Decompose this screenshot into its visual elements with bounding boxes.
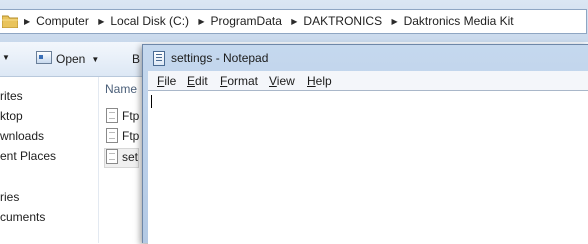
menu-accelerator: E — [187, 74, 196, 88]
breadcrumb-item-media-kit[interactable]: Daktronics Media Kit — [404, 14, 514, 28]
notepad-icon[interactable] — [153, 51, 165, 66]
open-icon — [36, 51, 52, 64]
menu-label: elp — [315, 74, 332, 88]
open-button[interactable]: Open ▼ — [36, 50, 99, 68]
address-band: ▶ Computer ▶ Local Disk (C:) ▶ ProgramData … — [0, 0, 588, 42]
menu-label: dit — [195, 74, 208, 88]
list-item-selected[interactable]: set — [104, 148, 140, 168]
list-item[interactable]: Ftp — [106, 108, 139, 126]
nav-item-documents[interactable]: cuments — [0, 210, 45, 224]
open-label: Open — [56, 52, 86, 66]
menu-file[interactable]: File — [157, 74, 176, 88]
menu-label: ormat — [227, 74, 259, 88]
breadcrumb-item-computer[interactable]: Computer — [36, 14, 89, 28]
chevron-right-icon[interactable]: ▶ — [291, 17, 297, 26]
chevron-down-icon[interactable]: ▼ — [91, 55, 99, 64]
chevron-right-icon[interactable]: ▶ — [24, 17, 30, 26]
chevron-right-icon[interactable]: ▶ — [391, 17, 397, 26]
menu-help[interactable]: Help — [307, 74, 332, 88]
breadcrumb: ▶ Computer ▶ Local Disk (C:) ▶ ProgramData … — [24, 10, 520, 33]
breadcrumb-item-programdata[interactable]: ProgramData — [211, 14, 282, 28]
nav-item-libraries[interactable]: ries — [0, 190, 19, 204]
nav-item-recent-places[interactable]: ent Places — [0, 149, 56, 163]
notepad-window: settings - Notepad File Edit Format View… — [142, 44, 588, 244]
navigation-pane: rites ktop wnloads ent Places ries cumen… — [0, 77, 95, 243]
nav-item-desktop[interactable]: ktop — [0, 109, 23, 123]
menu-label: ile — [164, 74, 177, 88]
nav-item-favorites[interactable]: rites — [0, 89, 23, 103]
address-bar[interactable]: ▶ Computer ▶ Local Disk (C:) ▶ ProgramData … — [0, 9, 587, 34]
file-name: set — [122, 150, 139, 164]
list-item[interactable]: Ftp — [106, 128, 139, 146]
chevron-down-icon[interactable]: ▼ — [2, 53, 10, 62]
menu-edit[interactable]: Edit — [187, 74, 208, 88]
column-header-name[interactable]: Name — [105, 82, 137, 96]
folder-icon — [2, 15, 18, 28]
file-name: Ftp — [122, 129, 140, 143]
nav-item-downloads[interactable]: wnloads — [0, 129, 44, 143]
file-icon — [106, 108, 118, 123]
breadcrumb-item-local-disk[interactable]: Local Disk (C:) — [110, 14, 189, 28]
text-editor-area[interactable] — [148, 90, 588, 244]
window-title: settings - Notepad — [171, 51, 269, 65]
file-name: Ftp — [122, 109, 140, 123]
pane-divider[interactable] — [98, 77, 99, 243]
menu-accelerator: V — [269, 74, 277, 88]
menu-format[interactable]: Format — [220, 74, 258, 88]
file-icon — [106, 128, 118, 143]
menu-label: iew — [276, 74, 295, 88]
menu-bar: File Edit Format View Help — [148, 71, 588, 91]
toolbar-button-partial[interactable]: B — [132, 52, 140, 66]
file-icon — [106, 149, 118, 164]
text-caret — [151, 95, 152, 108]
chevron-right-icon[interactable]: ▶ — [198, 17, 204, 26]
menu-accelerator: H — [307, 74, 316, 88]
title-bar[interactable]: settings - Notepad — [143, 45, 588, 71]
chevron-right-icon[interactable]: ▶ — [98, 17, 104, 26]
breadcrumb-item-daktronics[interactable]: DAKTRONICS — [303, 14, 382, 28]
menu-view[interactable]: View — [269, 74, 295, 88]
